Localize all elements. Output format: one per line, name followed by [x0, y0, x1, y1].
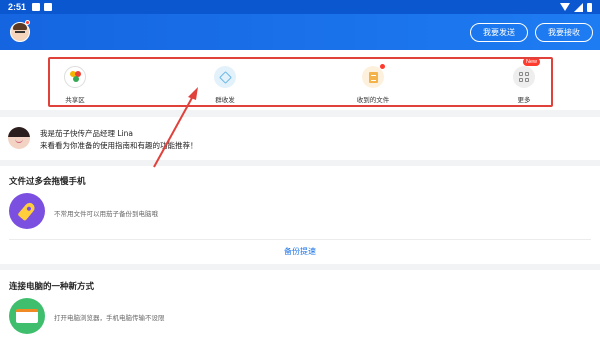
battery-icon	[587, 2, 592, 12]
connect-section-description: 打开电脑浏览器，手机电脑传输不设限	[54, 314, 165, 322]
rocket-icon	[9, 193, 45, 229]
wifi-icon	[560, 3, 570, 11]
backup-section-title: 文件过多会拖慢手机	[9, 177, 86, 187]
receive-button[interactable]: 我要接收	[535, 23, 593, 42]
backup-speedup-link[interactable]: 备份提速	[0, 246, 600, 257]
notification-icon	[32, 3, 40, 11]
avatar-notification-dot	[25, 20, 30, 25]
promo-text: 我是茄子快传产品经理 Lina 来看看为你准备的使用指南和有趣的功能推荐！	[40, 128, 198, 152]
highlight-box	[48, 57, 553, 107]
product-manager-avatar	[8, 127, 30, 149]
status-icons	[560, 0, 592, 14]
send-button[interactable]: 我要发送	[470, 23, 528, 42]
status-time: 2:51	[8, 2, 27, 12]
user-avatar[interactable]	[10, 22, 30, 42]
computer-icon	[9, 298, 45, 334]
image-notification-icon	[44, 3, 52, 11]
promo-card[interactable]: 我是茄子快传产品经理 Lina 来看看为你准备的使用指南和有趣的功能推荐！	[0, 117, 600, 160]
connect-section-title: 连接电脑的一种新方式	[9, 282, 95, 292]
backup-section: 文件过多会拖慢手机 不常用文件可以用茄子备份到电脑哦 备份提速	[0, 166, 600, 264]
divider	[9, 239, 591, 240]
promo-line-2: 来看看为你准备的使用指南和有趣的功能推荐！	[40, 141, 198, 150]
promo-line-1: 我是茄子快传产品经理 Lina	[40, 129, 133, 138]
status-bar: 2:51	[0, 0, 600, 14]
signal-icon	[574, 2, 583, 12]
app-header: 我要发送 我要接收	[0, 14, 600, 50]
backup-section-description: 不常用文件可以用茄子备份到电脑哦	[54, 210, 158, 218]
connect-pc-section: 连接电脑的一种新方式 打开电脑浏览器，手机电脑传输不设限	[0, 270, 600, 337]
